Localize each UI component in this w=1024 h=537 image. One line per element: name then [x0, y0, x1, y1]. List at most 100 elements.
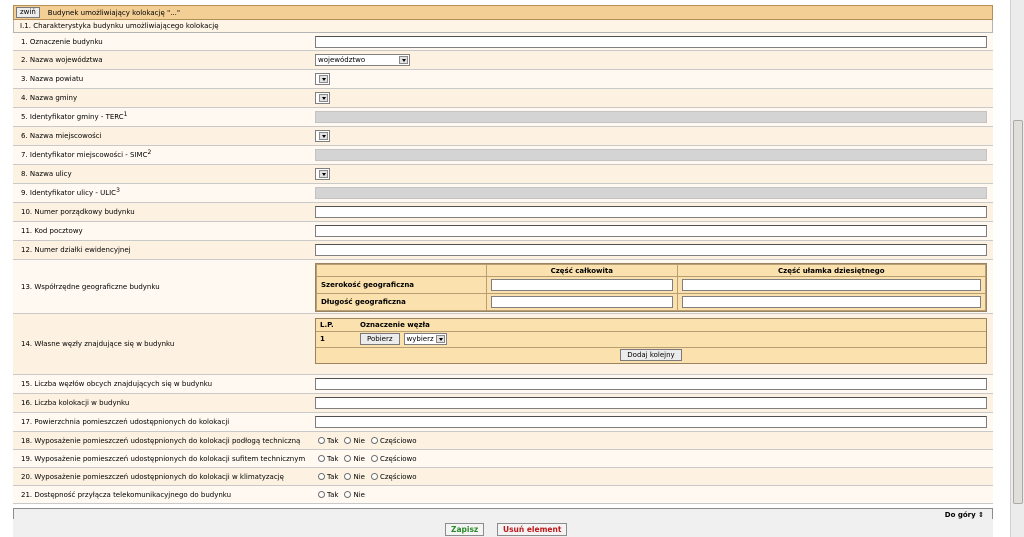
radio-no-label: Nie — [353, 436, 365, 445]
footnote-marker: 3 — [116, 187, 120, 194]
node-select-value: wybierz — [406, 335, 434, 343]
label: 21. Dostępność przyłącza telekomunikacyj… — [21, 490, 232, 499]
footnote-marker: 2 — [147, 149, 152, 156]
row-voivodeship: 2. Nazwa województwa województwo — [13, 51, 993, 70]
row-raised-floor: 18. Wyposażenie pomieszczeń udostępniony… — [13, 432, 993, 450]
panel-title: Budynek umożliwiający kolokację "..." — [47, 8, 181, 17]
radio-no[interactable] — [344, 473, 352, 480]
label: 14. Własne węzły znajdujące się w budynk… — [21, 340, 175, 348]
radio-partial[interactable] — [370, 455, 378, 462]
row-postal-code: 11. Kod pocztowy — [13, 222, 993, 241]
radio-no[interactable] — [344, 491, 352, 498]
vertical-scrollbar[interactable] — [1010, 0, 1024, 537]
terc-input — [315, 111, 987, 123]
row-air-conditioning: 20. Wyposażenie pomieszczeń udostępniony… — [13, 468, 993, 486]
radio-yes-label: Tak — [327, 454, 339, 463]
back-to-top-link[interactable]: Do góry ⇕ — [945, 511, 984, 519]
delete-element-button[interactable]: Usuń element — [497, 523, 568, 536]
label: 6. Nazwa miejscowości — [21, 132, 102, 140]
label: 2. Nazwa województwa — [21, 56, 103, 64]
latitude-whole-input[interactable] — [491, 279, 673, 291]
raised-floor-radio-group: Tak Nie Częściowo — [318, 437, 420, 445]
row-suspended-ceiling: 19. Wyposażenie pomieszczeń udostępniony… — [13, 450, 993, 468]
scrollbar-thumb[interactable] — [1013, 120, 1023, 504]
coords-whole-header: Część całkowita — [486, 264, 678, 277]
row-collocations: 16. Liczba kolokacji w budynku — [13, 394, 993, 413]
plot-number-input[interactable] — [315, 244, 987, 256]
longitude-decimal-input[interactable] — [681, 296, 981, 308]
row-foreign-nodes: 15. Liczba węzłów obcych znajdujących si… — [13, 375, 993, 394]
label: 17. Powierzchnia pomieszczeń udostępnion… — [21, 418, 230, 426]
label: 19. Wyposażenie pomieszczeń udostępniony… — [21, 454, 306, 463]
label: 15. Liczba węzłów obcych znajdujących si… — [21, 380, 213, 388]
building-number-input[interactable] — [315, 206, 987, 218]
row-own-nodes: 14. Własne węzły znajdujące się w budynk… — [13, 314, 993, 375]
sort-arrows-icon: ⇕ — [978, 511, 984, 519]
radio-partial-label: Częściowo — [379, 472, 417, 481]
latitude-label: Szerokość geograficzna — [316, 276, 487, 294]
row-building-designation: 1. Oznaczenie budynku — [13, 33, 993, 51]
add-next-button[interactable]: Dodaj kolejny — [620, 349, 682, 362]
coords-decimal-header: Część ułamka dziesiętnego — [676, 264, 987, 277]
radio-partial-label: Częściowo — [379, 436, 417, 445]
radio-yes-label: Tak — [327, 472, 339, 481]
radio-partial[interactable] — [370, 437, 378, 444]
row-simc: 7. Identyfikator miejscowości - SIMC2 — [13, 146, 993, 165]
row-coordinates: 13. Współrzędne geograficzne budynku Czę… — [13, 260, 993, 314]
air-conditioning-radio-group: Tak Nie Częściowo — [318, 473, 420, 481]
row-plot-number: 12. Numer działki ewidencyjnej — [13, 241, 993, 260]
radio-no-label: Nie — [353, 472, 365, 481]
chevron-down-icon — [319, 132, 328, 140]
suspended-ceiling-radio-group: Tak Nie Częściowo — [318, 455, 420, 463]
radio-no[interactable] — [344, 437, 352, 444]
node-select[interactable]: wybierz — [403, 333, 447, 345]
building-designation-input[interactable] — [315, 35, 987, 48]
row-street: 8. Nazwa ulicy — [13, 165, 993, 184]
street-select[interactable] — [315, 168, 330, 180]
locality-select[interactable] — [315, 130, 330, 142]
row-terc: 5. Identyfikator gminy - TERC1 — [13, 108, 993, 127]
row-building-number: 10. Numer porządkowy budynku — [13, 203, 993, 222]
radio-yes[interactable] — [318, 473, 325, 480]
radio-no[interactable] — [344, 455, 352, 462]
action-bar: Zapisz Usuń element — [13, 519, 993, 537]
save-button[interactable]: Zapisz — [445, 523, 485, 536]
label: 1. Oznaczenie budynku — [21, 37, 103, 46]
chevron-down-icon — [435, 335, 445, 343]
radio-yes[interactable] — [318, 491, 325, 498]
label: 16. Liczba kolokacji w budynku — [21, 399, 130, 407]
radio-partial[interactable] — [370, 473, 378, 480]
building-panel: zwiń Budynek umożliwiający kolokację "..… — [13, 5, 993, 523]
voivodeship-select[interactable]: województwo — [315, 54, 410, 66]
radio-no-label: Nie — [353, 454, 365, 463]
row-ulic: 9. Identyfikator ulicy - ULIC3 — [13, 184, 993, 203]
commune-select[interactable] — [315, 92, 330, 104]
row-telecom-connection: 21. Dostępność przyłącza telekomunikacyj… — [13, 486, 993, 504]
section-title: I.1. Charakterystyka budynku umożliwiają… — [13, 20, 993, 33]
label: 8. Nazwa ulicy — [21, 170, 72, 178]
fetch-button[interactable]: Pobierz — [360, 333, 400, 345]
row-commune: 4. Nazwa gminy — [13, 89, 993, 108]
node-lp: 1 — [320, 335, 325, 343]
foreign-nodes-input[interactable] — [315, 378, 987, 390]
chevron-down-icon — [399, 56, 408, 64]
radio-no-label: Nie — [353, 490, 365, 499]
label: 3. Nazwa powiatu — [21, 75, 84, 83]
county-select[interactable] — [315, 73, 330, 85]
area-input[interactable] — [315, 416, 987, 428]
radio-partial-label: Częściowo — [379, 454, 417, 463]
label: 4. Nazwa gminy — [21, 94, 78, 102]
latitude-decimal-input[interactable] — [681, 279, 981, 291]
radio-yes[interactable] — [318, 455, 325, 462]
telecom-connection-radio-group: Tak Nie — [318, 491, 368, 499]
postal-code-input[interactable] — [315, 225, 987, 237]
radio-yes-label: Tak — [327, 490, 339, 499]
simc-input — [315, 149, 987, 161]
collapse-button[interactable]: zwiń — [16, 7, 40, 18]
radio-yes-label: Tak — [327, 436, 339, 445]
label: 18. Wyposażenie pomieszczeń udostępniony… — [21, 436, 301, 445]
collocations-input[interactable] — [315, 397, 987, 409]
radio-yes[interactable] — [318, 437, 325, 444]
label: 10. Numer porządkowy budynku — [21, 208, 135, 216]
longitude-whole-input[interactable] — [491, 296, 673, 308]
